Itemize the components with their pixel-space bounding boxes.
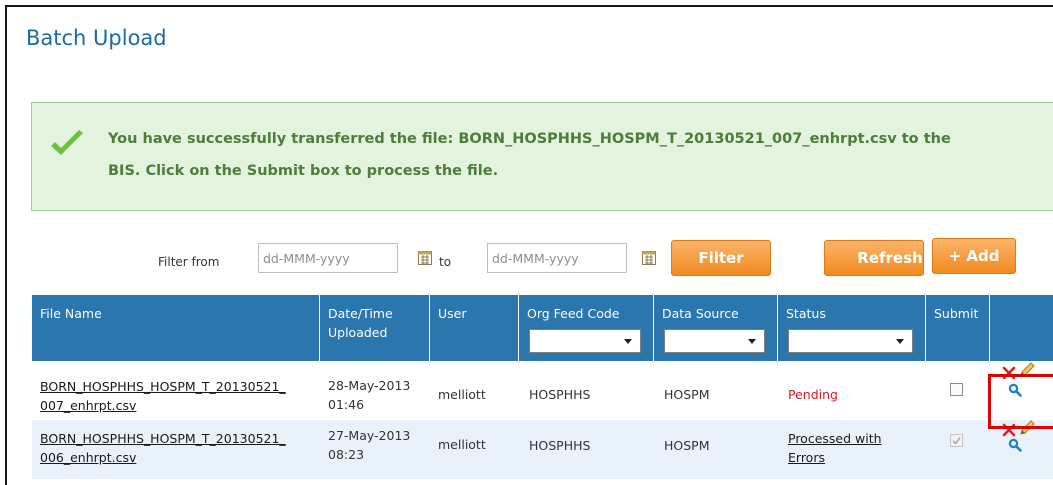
success-text: You have successfully transferred the fi… [108, 123, 1028, 187]
column-header-actions [990, 295, 1053, 361]
user-cell: melliott [438, 437, 486, 452]
checkmark-icon [51, 130, 83, 155]
file-name-link[interactable]: BORN_HOSPHHS_HOSPM_T_20130521_ 006_enhrp… [40, 429, 286, 467]
org-feed-code-label: Org Feed Code [527, 306, 620, 321]
column-header-date-uploaded[interactable]: Date/Time Uploaded [320, 295, 430, 361]
data-source-label: Data Source [662, 306, 739, 321]
filter-to-label: to [439, 255, 452, 269]
file-name-link[interactable]: BORN_HOSPHHS_HOSPM_T_20130521_ 007_enhrp… [40, 377, 286, 415]
success-message: You have successfully transferred the fi… [31, 102, 1053, 211]
calendar-icon[interactable] [642, 251, 656, 265]
submit-checkbox [950, 434, 963, 447]
add-button[interactable]: + Add [932, 238, 1016, 274]
column-header-user[interactable]: User [430, 295, 519, 361]
view-icon[interactable] [1008, 438, 1022, 452]
org-feed-code-cell: HOSPHHS [529, 438, 591, 453]
table-header: File Name Date/Time Uploaded User Org Fe… [32, 295, 1053, 361]
page-title: Batch Upload [26, 26, 167, 50]
filter-to-input[interactable]: dd-MMM-yyyy [487, 243, 627, 273]
filter-button[interactable]: Filter [671, 240, 771, 276]
user-cell: melliott [438, 387, 486, 402]
dropdown-arrow-icon [624, 339, 632, 344]
date-uploaded: 27-May-2013 08:23 [328, 428, 411, 462]
highlight-box [988, 374, 1053, 429]
data-source-filter-select[interactable] [664, 329, 765, 353]
data-source-cell: HOSPM [664, 387, 710, 402]
table-row: BORN_HOSPHHS_HOSPM_T_20130521_ 007_enhrp… [32, 361, 1053, 420]
check-mark-icon [952, 437, 961, 445]
column-header-file-name[interactable]: File Name [32, 295, 320, 361]
submit-checkbox[interactable] [950, 383, 963, 396]
org-feed-code-filter-select[interactable] [529, 329, 641, 353]
calendar-icon[interactable] [418, 251, 432, 265]
date-uploaded: 28-May-2013 01:46 [328, 378, 411, 412]
status-label: Status [786, 306, 826, 321]
dropdown-arrow-icon [896, 339, 904, 344]
status-link[interactable]: Processed with Errors [788, 429, 882, 467]
success-line-2: BIS. Click on the Submit box to process … [108, 163, 499, 179]
dropdown-arrow-icon [748, 339, 756, 344]
success-line-1: You have successfully transferred the fi… [108, 131, 951, 147]
data-source-cell: HOSPM [664, 438, 710, 453]
filter-from-input[interactable]: dd-MMM-yyyy [258, 243, 398, 273]
org-feed-code-cell: HOSPHHS [529, 387, 591, 402]
table-row: BORN_HOSPHHS_HOSPM_T_20130521_ 006_enhrp… [32, 420, 1053, 479]
status-cell: Pending [788, 387, 838, 402]
refresh-button[interactable]: Refresh [824, 240, 924, 276]
column-header-submit: Submit [926, 295, 990, 361]
status-filter-select[interactable] [788, 329, 913, 353]
filter-from-label: Filter from [158, 255, 220, 269]
